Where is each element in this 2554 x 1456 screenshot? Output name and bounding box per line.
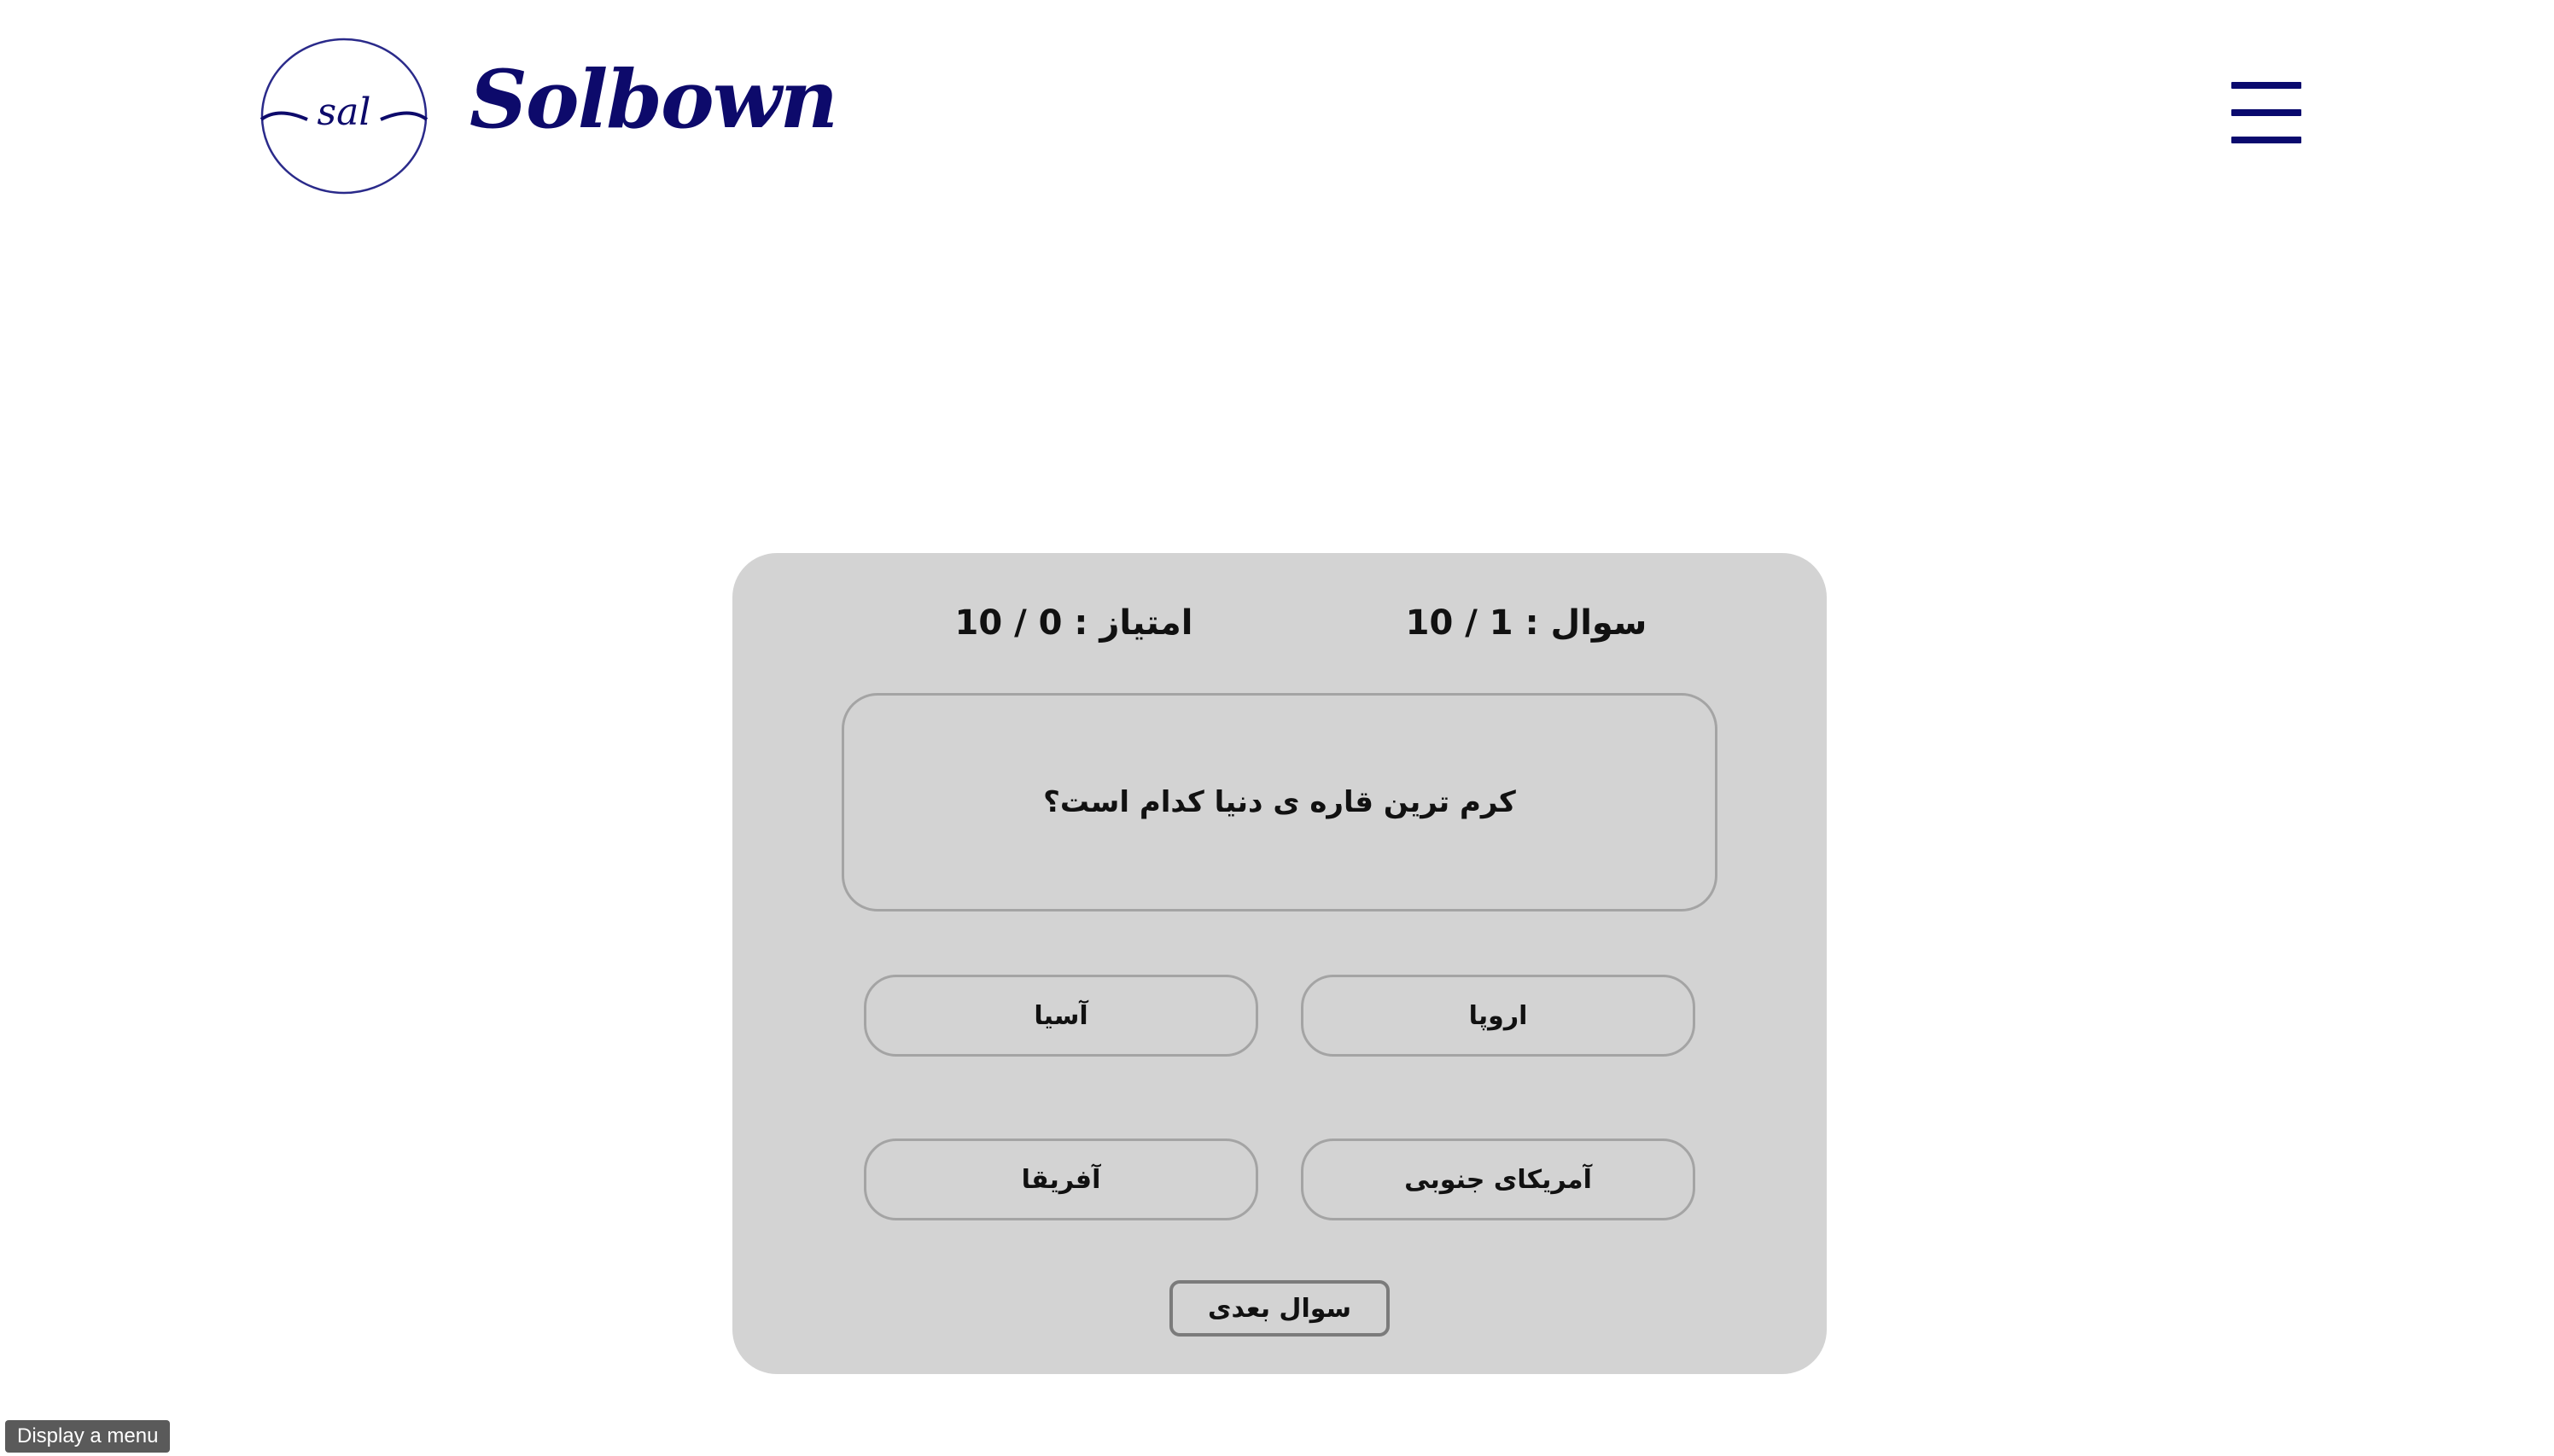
answer-option-africa[interactable]: آفریقا [864, 1139, 1258, 1220]
quiz-page: sal Solbown سوال : 1 / 10 امتیاز : 0 / 1… [0, 0, 2554, 1456]
question-text: کرم ترین قاره ی دنیا کدام است؟ [1043, 785, 1516, 819]
question-counter: سوال : 1 / 10 [1405, 603, 1647, 643]
logo-text: sal [318, 90, 371, 134]
question-box: کرم ترین قاره ی دنیا کدام است؟ [842, 693, 1717, 911]
menu-bar-top [2231, 82, 2301, 89]
logo-emblem: sal [259, 38, 429, 195]
score-counter: امتیاز : 0 / 10 [954, 603, 1193, 643]
answer-option-south-america[interactable]: آمریکای جنوبی [1301, 1139, 1695, 1220]
next-question-button[interactable]: سوال بعدی [1169, 1280, 1390, 1337]
brand-name[interactable]: Solbown [469, 60, 838, 140]
quiz-card: سوال : 1 / 10 امتیاز : 0 / 10 کرم ترین ق… [732, 553, 1827, 1374]
answer-option-asia[interactable]: آسیا [864, 975, 1258, 1057]
logo-badge[interactable]: sal [258, 36, 430, 196]
hamburger-menu-icon[interactable] [2231, 82, 2301, 143]
menu-bar-middle [2231, 109, 2301, 116]
menu-bar-bottom [2231, 137, 2301, 143]
menu-tooltip: Display a menu [5, 1420, 171, 1453]
answer-option-europe[interactable]: اروپا [1301, 975, 1695, 1057]
